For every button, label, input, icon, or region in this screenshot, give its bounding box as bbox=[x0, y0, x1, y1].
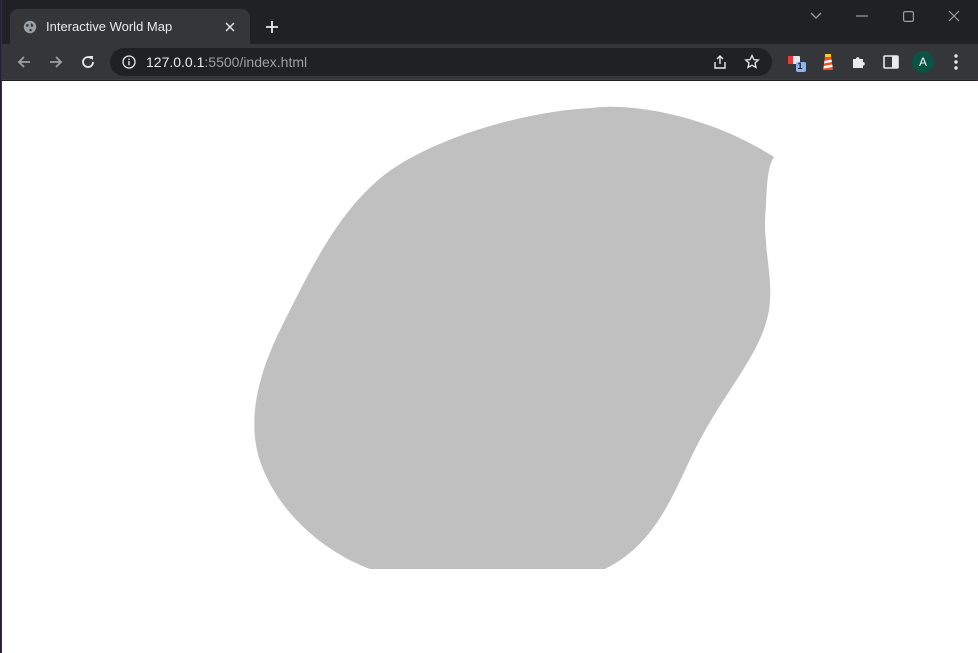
url-text[interactable]: 127.0.0.1:5500/index.html bbox=[146, 54, 700, 70]
tab-close-icon[interactable] bbox=[220, 17, 240, 37]
maximize-button[interactable] bbox=[885, 0, 931, 32]
world-map bbox=[254, 106, 774, 570]
bookmark-star-icon[interactable] bbox=[740, 50, 764, 74]
extension-icon[interactable]: 1 bbox=[782, 48, 810, 76]
close-window-button[interactable] bbox=[931, 0, 977, 32]
lighthouse-extension-icon[interactable] bbox=[814, 48, 842, 76]
forward-button[interactable] bbox=[42, 48, 70, 76]
browser-tab[interactable]: Interactive World Map bbox=[10, 9, 250, 44]
reload-button[interactable] bbox=[74, 48, 102, 76]
side-panel-icon[interactable] bbox=[877, 48, 905, 76]
kebab-menu-icon[interactable] bbox=[942, 48, 970, 76]
address-bar[interactable]: 127.0.0.1:5500/index.html bbox=[110, 48, 772, 76]
back-button[interactable] bbox=[10, 48, 38, 76]
extensions-puzzle-icon[interactable] bbox=[845, 48, 873, 76]
browser-window: Interactive World Map 127.0.0.1:5500/ind… bbox=[1, 0, 978, 653]
browser-toolbar: 127.0.0.1:5500/index.html 1 A bbox=[2, 44, 978, 80]
new-tab-button[interactable] bbox=[260, 15, 284, 39]
share-icon[interactable] bbox=[708, 50, 732, 74]
extension-badge: 1 bbox=[797, 61, 803, 71]
tab-title: Interactive World Map bbox=[46, 19, 173, 34]
url-path: :5500/index.html bbox=[204, 54, 308, 70]
page-viewport bbox=[2, 81, 978, 653]
tab-strip: Interactive World Map bbox=[2, 0, 978, 44]
tab-search-icon[interactable] bbox=[793, 0, 839, 32]
minimize-button[interactable] bbox=[839, 0, 885, 32]
url-host: 127.0.0.1 bbox=[146, 54, 205, 70]
site-info-icon[interactable] bbox=[122, 55, 136, 69]
profile-avatar[interactable]: A bbox=[912, 51, 934, 73]
map-landmass[interactable] bbox=[254, 106, 774, 570]
globe-icon bbox=[22, 19, 38, 35]
